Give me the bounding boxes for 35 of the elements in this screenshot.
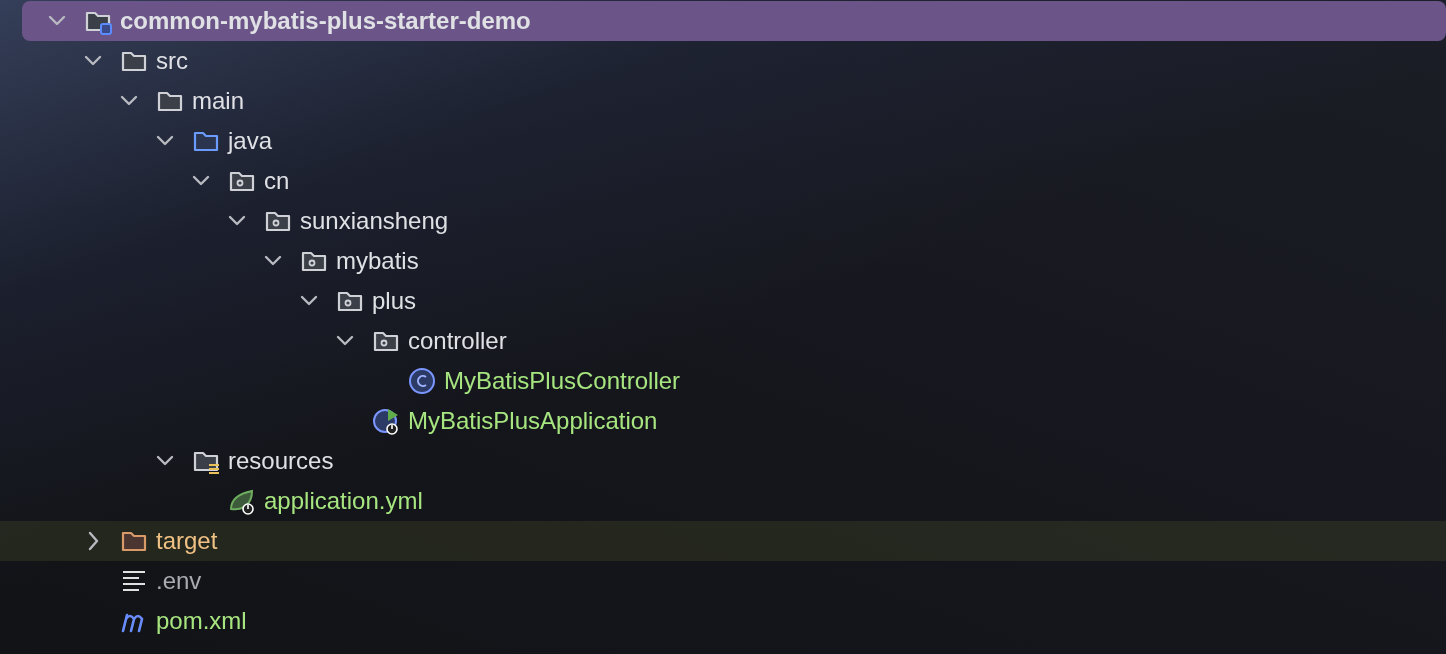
tree-item-label: cn: [264, 167, 290, 195]
run-class-icon: [372, 407, 400, 435]
tree-item-label: common-mybatis-plus-starter-demo: [120, 7, 531, 35]
tree-item-label: resources: [228, 447, 334, 475]
tree-row[interactable]: target: [0, 521, 1446, 561]
tree-item-label: controller: [408, 327, 507, 355]
tree-item-label: mybatis: [336, 247, 419, 275]
tree-row[interactable]: application.yml: [0, 481, 1446, 521]
tree-row[interactable]: controller: [0, 321, 1446, 361]
tree-item-label: pom.xml: [156, 607, 247, 635]
tree-item-label: .env: [156, 567, 202, 595]
tree-row[interactable]: main: [0, 81, 1446, 121]
tree-row[interactable]: pom.xml: [0, 601, 1446, 641]
tree-item-label: src: [156, 47, 188, 75]
tree-item-label: target: [156, 527, 218, 555]
tree-row[interactable]: .env: [0, 561, 1446, 601]
tree-row[interactable]: plus: [0, 281, 1446, 321]
tree-row[interactable]: java: [0, 121, 1446, 161]
tree-row[interactable]: sunxiansheng: [0, 201, 1446, 241]
tree-item-label: application.yml: [264, 487, 423, 515]
tree-row[interactable]: resources: [0, 441, 1446, 481]
tree-row[interactable]: src: [0, 41, 1446, 81]
tree-row[interactable]: cn: [0, 161, 1446, 201]
tree-item-label: main: [192, 87, 245, 115]
tree-item-label: plus: [372, 287, 417, 315]
tree-row[interactable]: common-mybatis-plus-starter-demo: [22, 1, 1446, 41]
class-icon: [408, 367, 436, 395]
tree-item-label: java: [228, 127, 273, 155]
tree-item-label: sunxiansheng: [300, 207, 449, 235]
tree-item-label: MyBatisPlusApplication: [408, 407, 658, 435]
leaf-icon: [228, 487, 256, 515]
tree-row[interactable]: MyBatisPlusApplication: [0, 401, 1446, 441]
tree-row[interactable]: MyBatisPlusController: [0, 361, 1446, 401]
tree-row[interactable]: mybatis: [0, 241, 1446, 281]
tree-item-label: MyBatisPlusController: [444, 367, 681, 395]
